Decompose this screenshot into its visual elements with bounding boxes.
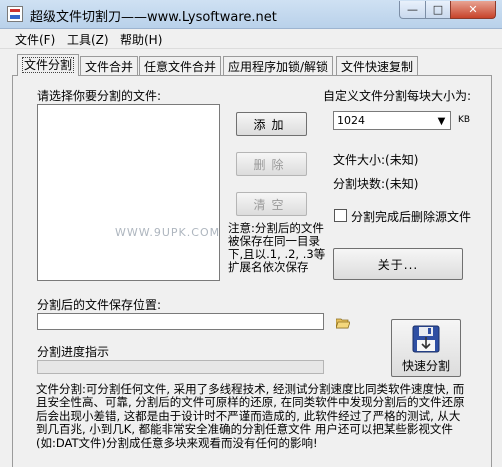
tab-any-file-merge[interactable]: 任意文件合并 (139, 56, 222, 75)
minimize-button[interactable]: — (399, 1, 426, 19)
tab-file-split-label: 文件分割 (22, 57, 75, 73)
menu-tools[interactable]: 工具(Z) (67, 31, 109, 48)
folder-open-icon[interactable] (336, 317, 350, 329)
quick-split-label: 快速分割 (401, 359, 450, 373)
progress-label: 分割进度指示 (37, 345, 110, 359)
about-button[interactable]: 关于... (333, 248, 463, 280)
chunk-size-label: 自定义文件分割每块大小为: (323, 89, 472, 103)
quick-split-button[interactable]: 快速分割 (391, 319, 461, 377)
chunk-size-value: 1024 (337, 114, 365, 127)
menu-file[interactable]: 文件(F) (15, 31, 55, 48)
save-location-input[interactable] (37, 313, 324, 330)
window-title: 超级文件切割刀——www.Lysoftware.net (30, 10, 277, 25)
menu-help[interactable]: 帮助(H) (120, 31, 162, 48)
clear-button[interactable]: 清空 (236, 192, 307, 216)
select-files-label: 请选择你要分割的文件: (37, 89, 162, 103)
file-list[interactable] (37, 104, 220, 281)
save-location-label: 分割后的文件保存位置: (37, 298, 162, 312)
chunk-unit: KB (458, 115, 471, 125)
file-size-label: 文件大小:(未知) (333, 153, 419, 167)
tab-app-lock[interactable]: 应用程序加锁/解锁 (223, 56, 334, 75)
feature-description: 文件分割:可分割任何文件, 采用了多线程技术, 经测试分割速度比同类软件速度快,… (36, 382, 465, 450)
tab-quick-copy[interactable]: 文件快速复制 (336, 56, 419, 75)
save-note: 注意:分割后的文件被保存在同一目录下,且以.1, .2, .3等扩展名依次保存 (228, 221, 326, 274)
delete-button[interactable]: 删除 (236, 152, 307, 176)
tab-file-merge[interactable]: 文件合并 (80, 56, 139, 75)
tab-file-split[interactable]: 文件分割 (17, 54, 80, 76)
dropdown-arrow-icon[interactable]: ▼ (434, 113, 449, 129)
add-button[interactable]: 添加 (236, 112, 307, 136)
delete-source-label[interactable]: 分割完成后删除源文件 (351, 208, 471, 225)
chunk-count-label: 分割块数:(未知) (333, 177, 419, 191)
floppy-disk-icon (412, 325, 440, 353)
delete-source-checkbox[interactable] (334, 209, 347, 222)
app-icon (7, 6, 23, 22)
chunk-size-select[interactable]: 1024 ▼ (333, 111, 451, 130)
maximize-button[interactable]: □ (425, 1, 451, 19)
watermark: WWW.9UPK.COM (115, 226, 221, 239)
close-button[interactable]: ✕ (450, 1, 496, 19)
split-progress-bar (37, 360, 324, 374)
